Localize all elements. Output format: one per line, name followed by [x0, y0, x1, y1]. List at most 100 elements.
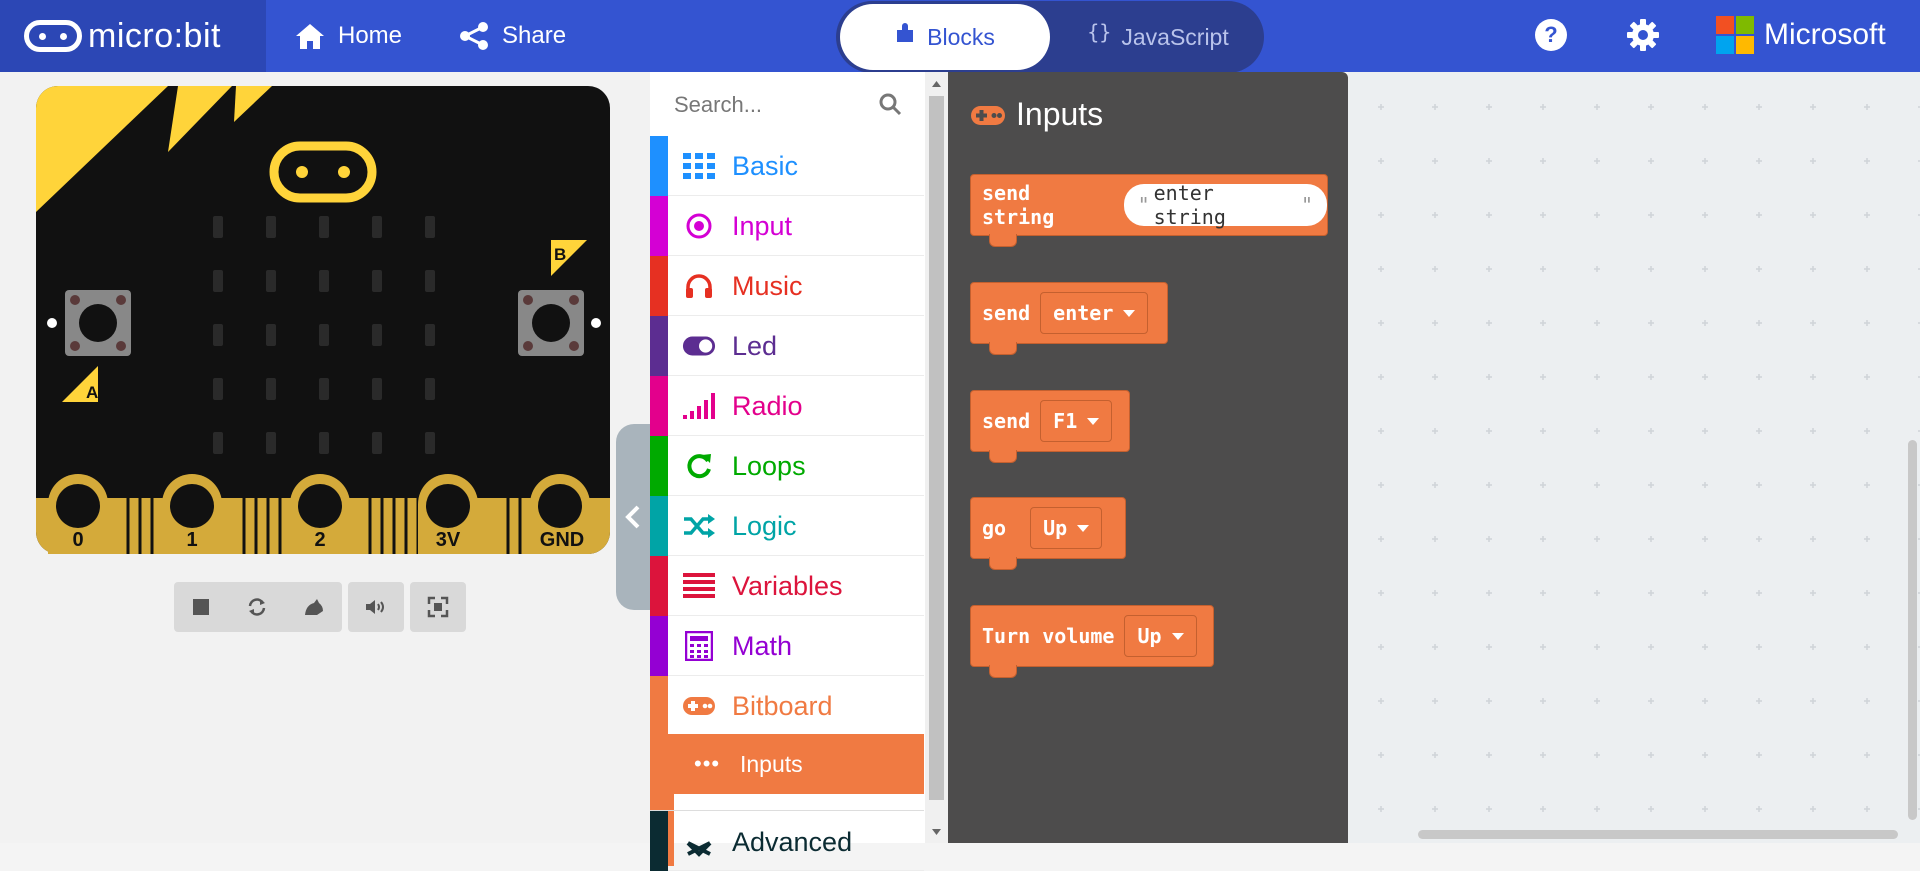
- gamepad-icon: [971, 105, 1005, 125]
- more-icon: •••: [694, 751, 721, 776]
- fullscreen-button[interactable]: [410, 582, 466, 632]
- category-math[interactable]: Math: [650, 616, 924, 676]
- string-input-value: enter string: [1153, 181, 1226, 229]
- block-turn-volume[interactable]: Turn volume Up: [970, 605, 1214, 678]
- puzzle-icon: [897, 23, 914, 42]
- pin-3v-label: 3V: [436, 529, 461, 551]
- workspace-horizontal-scrollbar[interactable]: [1418, 830, 1898, 839]
- share-button[interactable]: Share: [458, 0, 566, 72]
- block-go[interactable]: go Up: [970, 497, 1126, 570]
- category-input[interactable]: Input: [650, 196, 924, 256]
- gamepad-icon: [682, 692, 716, 720]
- key-dropdown[interactable]: enter: [1040, 292, 1149, 334]
- scroll-up-icon[interactable]: [931, 80, 942, 88]
- pin-0-label: 0: [72, 529, 83, 551]
- category-basic[interactable]: Basic: [650, 136, 924, 196]
- block-turn-volume-label: Turn volume: [982, 624, 1115, 648]
- braces-icon: {}: [1087, 20, 1112, 44]
- scroll-down-icon[interactable]: [931, 828, 942, 836]
- category-music-label: Music: [732, 271, 803, 301]
- volume-dropdown[interactable]: Up: [1124, 615, 1197, 657]
- editor-toggle: Blocks {} JavaScript: [836, 1, 1264, 73]
- category-radio[interactable]: Radio: [650, 376, 924, 436]
- debug-icon[interactable]: [303, 597, 325, 617]
- microsoft-logo[interactable]: Microsoft: [1716, 16, 1886, 54]
- category-bitboard[interactable]: Bitboard: [650, 676, 924, 738]
- mute-icon: [366, 600, 384, 614]
- block-send-function-key[interactable]: send F1: [970, 390, 1130, 463]
- tab-blocks[interactable]: Blocks: [840, 4, 1050, 70]
- category-advanced[interactable]: Advanced: [650, 810, 924, 871]
- collapse-simulator-button[interactable]: [616, 424, 650, 610]
- direction-dropdown[interactable]: Up: [1030, 507, 1103, 549]
- pin-gnd-label: GND: [540, 529, 584, 551]
- category-basic-label: Basic: [732, 151, 799, 181]
- blocks-workspace[interactable]: [1348, 72, 1920, 843]
- button-a-label: A: [86, 383, 98, 402]
- logo-text: micro:bit: [88, 16, 221, 55]
- block-send-key[interactable]: send enter: [970, 282, 1168, 355]
- caret-down-icon: [1077, 524, 1090, 532]
- microbit-logo-icon: [24, 20, 82, 52]
- pin-2[interactable]: 2: [290, 474, 350, 554]
- tab-blocks-label: Blocks: [927, 23, 995, 50]
- share-icon: [460, 22, 488, 50]
- fullscreen-icon: [427, 596, 449, 618]
- blocks-flyout: Inputs send string " enter string " send e…: [948, 72, 1348, 843]
- button-b-label: B: [554, 245, 566, 264]
- block-send-string[interactable]: send string " enter string ": [970, 174, 1328, 247]
- stop-icon[interactable]: [191, 597, 211, 617]
- category-loops[interactable]: Loops: [650, 436, 924, 496]
- caret-down-icon: [1171, 632, 1184, 640]
- pin-gnd[interactable]: GND: [530, 474, 590, 554]
- microbit-logo[interactable]: micro:bit: [0, 0, 266, 72]
- toolbox: Search... Basic Input Music Led Radio Lo…: [650, 72, 948, 871]
- caret-down-icon: [1087, 417, 1100, 425]
- target-icon: [682, 212, 716, 240]
- pin-3v[interactable]: 3V: [418, 474, 478, 554]
- restart-icon[interactable]: [246, 596, 268, 618]
- key-dropdown-value: enter: [1053, 301, 1114, 325]
- pin-2-label: 2: [314, 529, 325, 551]
- toolbox-scroll-thumb[interactable]: [929, 96, 944, 800]
- mute-button[interactable]: [348, 582, 404, 632]
- category-led-label: Led: [732, 331, 778, 361]
- category-led[interactable]: Led: [650, 316, 924, 376]
- category-variables[interactable]: Variables: [650, 556, 924, 616]
- refresh-icon: [682, 452, 716, 480]
- category-logic-label: Logic: [732, 511, 797, 541]
- chevron-down-icon: [682, 835, 716, 863]
- block-send-function-key-label: send: [982, 409, 1031, 433]
- toolbox-search[interactable]: Search...: [650, 72, 925, 136]
- category-logic[interactable]: Logic: [650, 496, 924, 556]
- microbit-board[interactable]: A B 0 1 2 3V GND: [36, 86, 610, 554]
- toggle-icon: [682, 332, 716, 360]
- category-loops-label: Loops: [732, 451, 806, 481]
- category-music[interactable]: Music: [650, 256, 924, 316]
- category-radio-label: Radio: [732, 391, 803, 421]
- search-input[interactable]: Search...: [674, 92, 762, 118]
- help-button[interactable]: ?: [1534, 18, 1568, 57]
- function-key-dropdown[interactable]: F1: [1040, 400, 1113, 442]
- string-input[interactable]: " enter string ": [1123, 181, 1327, 229]
- settings-button[interactable]: [1626, 18, 1660, 57]
- simulator-controls: [174, 582, 466, 632]
- subcategory-inputs[interactable]: ••• Inputs: [668, 734, 924, 794]
- pin-1[interactable]: 1: [162, 474, 222, 554]
- simulator-panel: A B 0 1 2 3V GND: [0, 72, 650, 843]
- tab-javascript[interactable]: {} JavaScript: [1058, 4, 1258, 70]
- grid-icon: [682, 152, 716, 180]
- home-button[interactable]: Home: [294, 0, 402, 72]
- toolbox-scrollbar[interactable]: [925, 72, 948, 843]
- search-icon[interactable]: [878, 92, 902, 116]
- direction-dropdown-value: Up: [1043, 516, 1068, 540]
- volume-dropdown-value: Up: [1137, 624, 1162, 648]
- chevron-left-icon: [625, 505, 640, 529]
- top-bar: micro:bit Home Share Blocks {} JavaScrip…: [0, 0, 1920, 73]
- microsoft-label: Microsoft: [1764, 18, 1886, 51]
- pin-0[interactable]: 0: [48, 474, 108, 554]
- simulator-main-controls: [174, 582, 342, 632]
- share-label: Share: [502, 22, 567, 49]
- workspace-vertical-scrollbar[interactable]: [1908, 440, 1917, 820]
- bitboard-stripe: [650, 734, 668, 794]
